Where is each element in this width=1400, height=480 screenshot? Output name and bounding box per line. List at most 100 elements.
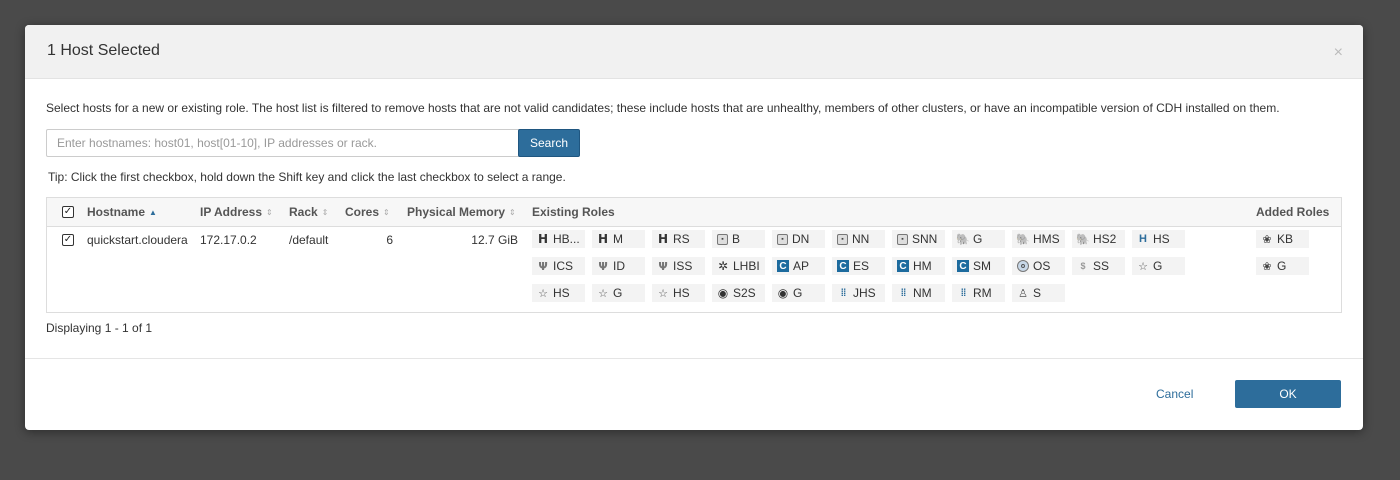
hbase-icon: H: [537, 232, 549, 246]
role-label: HS2: [1093, 232, 1117, 246]
role-label: G: [973, 232, 983, 246]
role-badge: ⁞⁞ JHS: [832, 284, 885, 302]
role-badge: 🐘 HS2: [1072, 230, 1125, 248]
hosts-table: ✓ Hostname ▲ IP Address ⇕ Rack ⇕ Cores ⇕ Phy…: [46, 197, 1342, 313]
ok-button[interactable]: OK: [1235, 380, 1341, 408]
role-badge: H HB...: [532, 230, 585, 248]
role-label: NN: [852, 232, 870, 246]
hive-icon: 🐘: [1016, 232, 1030, 246]
role-badge: Ψ ID: [592, 257, 645, 275]
column-hostname-label: Hostname: [87, 205, 146, 219]
hive-icon: 🐘: [956, 232, 970, 246]
impala-icon: Ψ: [538, 259, 548, 273]
memory-cell: 12.7 GiB: [471, 233, 518, 247]
role-label: SNN: [912, 232, 938, 246]
yarn-icon: ⁞⁞: [960, 287, 967, 299]
spark-icon: ☆: [658, 286, 668, 300]
column-existing-roles: Existing Roles: [532, 205, 615, 219]
role-badge: Ψ ISS: [652, 257, 705, 275]
role-badge: o OS: [1012, 257, 1065, 275]
host-search-input[interactable]: [46, 129, 523, 157]
role-badge: C SM: [952, 257, 1005, 275]
solr-icon: $: [1080, 261, 1086, 271]
cloudera-management-icon: C: [897, 260, 909, 272]
role-badge: ▪ SNN: [892, 230, 945, 248]
role-label: B: [732, 232, 741, 246]
select-all-checkbox[interactable]: ✓: [62, 206, 74, 218]
role-badge: $ SS: [1072, 257, 1125, 275]
cancel-button[interactable]: Cancel: [1156, 387, 1193, 401]
ip-address-cell: 172.17.0.2: [200, 233, 257, 247]
hostname-cell: quickstart.cloudera: [87, 233, 188, 247]
role-badge: ⁞⁞ RM: [952, 284, 1005, 302]
hdfs-icon: ▪: [837, 233, 848, 245]
column-memory-label: Physical Memory: [407, 205, 506, 219]
role-label: G: [793, 286, 803, 300]
search-button[interactable]: Search: [518, 129, 580, 157]
role-badge: H HS: [1132, 230, 1185, 248]
footer-divider: [25, 358, 1363, 359]
role-badge: ⁞⁞ NM: [892, 284, 945, 302]
column-cores-label: Cores: [345, 205, 380, 219]
role-label: ES: [853, 259, 870, 273]
role-label: SS: [1093, 259, 1110, 273]
role-label: S2S: [733, 286, 756, 300]
column-rack[interactable]: Rack ⇕: [289, 205, 328, 219]
table-header: ✓ Hostname ▲ IP Address ⇕ Rack ⇕ Cores ⇕ Phy…: [47, 198, 1341, 227]
kafka-icon: ❀: [1262, 259, 1272, 273]
role-label: ID: [613, 259, 625, 273]
column-ip-address[interactable]: IP Address ⇕: [200, 205, 273, 219]
role-label: ICS: [553, 259, 574, 273]
role-label: LHBI: [733, 259, 760, 273]
role-badge: ☆ HS: [532, 284, 585, 302]
hue-icon: H: [1139, 233, 1147, 245]
close-icon[interactable]: ×: [1334, 45, 1343, 61]
role-label: HMS: [1033, 232, 1060, 246]
role-label: OS: [1033, 259, 1051, 273]
column-physical-memory[interactable]: Physical Memory ⇕: [407, 205, 516, 219]
column-cores[interactable]: Cores ⇕: [345, 205, 390, 219]
dialog-title: 1 Host Selected: [47, 42, 160, 59]
hbase-icon: H: [597, 232, 609, 246]
dialog-description: Select hosts for a new or existing role.…: [46, 101, 1280, 115]
role-badge: ▪ B: [712, 230, 765, 248]
key-value-indexer-icon: ✲: [717, 259, 729, 273]
column-hostname[interactable]: Hostname ▲: [87, 205, 157, 219]
yarn-icon: ⁞⁞: [900, 287, 907, 299]
role-badge: ☆ G: [592, 284, 645, 302]
role-label: M: [613, 232, 623, 246]
sort-icon: ⇕: [509, 208, 516, 217]
role-label: RM: [973, 286, 992, 300]
role-label: G: [613, 286, 623, 300]
role-label: KB: [1277, 232, 1294, 246]
role-badge: ▪ DN: [772, 230, 825, 248]
role-label: HM: [913, 259, 932, 273]
role-badge: 🐘 G: [952, 230, 1005, 248]
role-label: G: [1277, 259, 1287, 273]
role-label: ISS: [673, 259, 693, 273]
role-label: AP: [793, 259, 810, 273]
impala-icon: Ψ: [598, 259, 608, 273]
cloudera-management-icon: C: [777, 260, 789, 272]
role-badge: C ES: [832, 257, 885, 275]
role-badge: C HM: [892, 257, 945, 275]
role-badge: ♙ S: [1012, 284, 1065, 302]
hbase-icon: H: [657, 232, 669, 246]
column-rack-label: Rack: [289, 205, 318, 219]
yarn-icon: ⁞⁞: [840, 287, 847, 299]
kafka-icon: ❀: [1262, 232, 1272, 246]
impala-icon: Ψ: [658, 259, 668, 273]
role-label: RS: [673, 232, 690, 246]
sort-icon: ⇕: [321, 208, 329, 217]
role-label: G: [1153, 259, 1163, 273]
oozie-icon: o: [1017, 260, 1029, 272]
role-label: JHS: [853, 286, 876, 300]
role-label: S: [1033, 286, 1042, 300]
sqoop-icon: ◉: [717, 286, 729, 300]
row-checkbox[interactable]: ✓: [62, 234, 74, 246]
role-badge: ◉ S2S: [712, 284, 765, 302]
role-label: HS: [553, 286, 570, 300]
role-label: HS: [673, 286, 690, 300]
role-label: HS: [1153, 232, 1170, 246]
role-label: SM: [973, 259, 991, 273]
